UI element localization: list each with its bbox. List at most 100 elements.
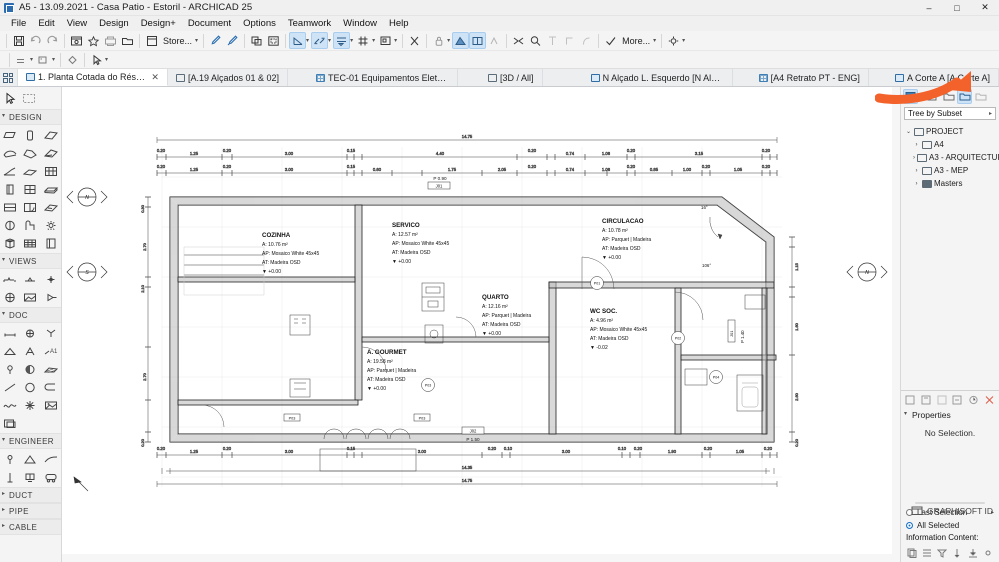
hotspot-icon[interactable] bbox=[0, 360, 20, 378]
menu-item-help[interactable]: Help bbox=[383, 17, 415, 30]
multiply-chevron-down-icon[interactable]: ▾ bbox=[52, 56, 55, 63]
corner-icon[interactable] bbox=[561, 32, 578, 49]
expand-chevron-icon[interactable]: › bbox=[913, 155, 915, 161]
camera-icon[interactable] bbox=[41, 288, 61, 306]
mesh-icon[interactable] bbox=[20, 144, 40, 162]
circle-icon[interactable] bbox=[20, 378, 40, 396]
palette-section-views-header[interactable]: VIEWS bbox=[0, 253, 61, 269]
navigator-map-icon[interactable] bbox=[903, 88, 918, 104]
column-icon[interactable] bbox=[0, 216, 20, 234]
interior-elevation-icon[interactable] bbox=[41, 270, 61, 288]
arrow-tool-chevron-down-icon[interactable]: ▾ bbox=[105, 56, 108, 63]
grid-icon[interactable] bbox=[355, 32, 372, 49]
grid-chevron-down-icon[interactable]: ▾ bbox=[372, 37, 375, 44]
palette-section-engineer-header[interactable]: ENGINEER bbox=[0, 433, 61, 449]
slab-icon[interactable] bbox=[0, 126, 20, 144]
palette-section-design-header[interactable]: DESIGN bbox=[0, 109, 61, 125]
beam-engineer-icon[interactable] bbox=[20, 468, 40, 486]
line-load-icon[interactable] bbox=[41, 450, 61, 468]
offset-icon[interactable] bbox=[13, 51, 30, 68]
new-icon[interactable] bbox=[904, 392, 918, 407]
lamp-icon[interactable] bbox=[41, 216, 61, 234]
view-map-icon[interactable] bbox=[941, 89, 956, 104]
level-dimension-icon[interactable] bbox=[333, 32, 351, 49]
graphisoft-id-indicator[interactable]: GRAPHISOFT ID bbox=[911, 505, 993, 516]
elevation-icon[interactable] bbox=[20, 270, 40, 288]
close-icon[interactable] bbox=[982, 392, 996, 407]
settings2-icon[interactable] bbox=[982, 545, 994, 560]
navigator-chevron-down-icon[interactable]: ▾ bbox=[919, 93, 922, 100]
floor-plan-canvas[interactable]: 14.75 0.20 1.25 0.20 3.00 0.15 4.40 0.20 bbox=[62, 87, 900, 562]
arc-icon[interactable] bbox=[578, 32, 595, 49]
trim-icon[interactable] bbox=[452, 32, 470, 49]
wall-end-icon[interactable] bbox=[20, 198, 40, 216]
angle-dimension-icon[interactable] bbox=[311, 32, 329, 49]
publisher-sets-icon[interactable] bbox=[973, 89, 988, 104]
menu-item-view[interactable]: View bbox=[61, 17, 93, 30]
text-icon[interactable] bbox=[20, 342, 40, 360]
group-icon[interactable] bbox=[248, 32, 265, 49]
fill-icon[interactable] bbox=[20, 360, 40, 378]
palette-section-pipe-header[interactable]: PIPE bbox=[0, 503, 61, 519]
window-icon[interactable] bbox=[20, 180, 40, 198]
tab-tec01[interactable]: TEC-01 Equipamentos Eletricos [... bbox=[308, 69, 459, 86]
tree-item-masters[interactable]: › Masters bbox=[903, 177, 997, 190]
elevation-icon[interactable] bbox=[377, 32, 394, 49]
export-icon[interactable] bbox=[967, 545, 979, 560]
palette-section-duct-header[interactable]: DUCT bbox=[0, 487, 61, 503]
fill-paint-icon[interactable] bbox=[64, 51, 81, 68]
expand-chevron-icon[interactable]: ⌄ bbox=[905, 128, 912, 135]
edit-icon[interactable] bbox=[935, 392, 949, 407]
hatch-icon[interactable] bbox=[41, 360, 61, 378]
store-icon[interactable] bbox=[143, 32, 160, 49]
point-load-icon[interactable] bbox=[0, 450, 20, 468]
save-icon[interactable] bbox=[10, 32, 27, 49]
menu-item-edit[interactable]: Edit bbox=[32, 17, 60, 30]
detail-icon[interactable] bbox=[20, 288, 40, 306]
tab-a4-retrato[interactable]: [A4 Retrato PT - ENG] bbox=[751, 69, 869, 86]
opening-icon[interactable] bbox=[41, 234, 61, 252]
maximize-button[interactable]: □ bbox=[943, 0, 971, 16]
surface-load-icon[interactable] bbox=[20, 450, 40, 468]
menu-item-file[interactable]: File bbox=[5, 17, 32, 30]
intersect-icon[interactable] bbox=[486, 32, 503, 49]
lock-icon[interactable] bbox=[430, 32, 447, 49]
figure-icon[interactable] bbox=[41, 396, 61, 414]
duplicate-icon[interactable] bbox=[920, 392, 934, 407]
tab-3d-all[interactable]: [3D / All] bbox=[480, 69, 543, 86]
expand-chevron-icon[interactable]: › bbox=[913, 168, 920, 174]
filter-icon[interactable] bbox=[936, 545, 948, 560]
syringe-icon[interactable] bbox=[224, 32, 241, 49]
favorites-icon[interactable] bbox=[85, 32, 102, 49]
sun-icon[interactable] bbox=[20, 396, 40, 414]
store-button-label[interactable]: Store... bbox=[160, 36, 195, 46]
store-chevron-down-icon[interactable]: ▾ bbox=[195, 37, 198, 44]
skylight-icon[interactable] bbox=[0, 198, 20, 216]
eyedropper-icon[interactable] bbox=[207, 32, 224, 49]
tree-filter-combobox[interactable]: Tree by Subset ▸ bbox=[904, 107, 996, 120]
3d-window-icon[interactable] bbox=[68, 32, 85, 49]
radio-button[interactable] bbox=[906, 522, 913, 529]
adjust-icon[interactable] bbox=[510, 32, 527, 49]
elevation-dimension-icon[interactable] bbox=[0, 342, 20, 360]
copy-icon[interactable] bbox=[906, 545, 918, 560]
level-dimension-chevron-down-icon[interactable]: ▾ bbox=[350, 37, 353, 44]
dimension-chevron-down-icon[interactable]: ▾ bbox=[306, 37, 309, 44]
stair-icon[interactable] bbox=[0, 162, 20, 180]
menu-item-design-plus[interactable]: Design+ bbox=[135, 17, 182, 30]
marquee-select-icon[interactable] bbox=[22, 89, 36, 107]
lock-chevron-down-icon[interactable]: ▾ bbox=[447, 37, 450, 44]
publish-icon[interactable] bbox=[102, 32, 119, 49]
zone-icon[interactable] bbox=[41, 198, 61, 216]
project-map-icon[interactable] bbox=[925, 89, 940, 104]
label-icon[interactable]: A1 bbox=[41, 342, 61, 360]
tree-item-project[interactable]: ⌄ PROJECT bbox=[903, 125, 997, 138]
beam-icon[interactable] bbox=[41, 180, 61, 198]
tab-corte-a[interactable]: A Corte A [A Corte A] bbox=[887, 69, 999, 86]
close-button[interactable]: ✕ bbox=[971, 0, 999, 16]
scissors-icon[interactable] bbox=[406, 32, 423, 49]
line-icon[interactable] bbox=[0, 378, 20, 396]
menu-item-document[interactable]: Document bbox=[182, 17, 237, 30]
tab-planta-cotada[interactable]: 1. Planta Cotada do Rés-de-chã... ✕ bbox=[17, 69, 168, 86]
offset-chevron-down-icon[interactable]: ▾ bbox=[30, 56, 33, 63]
